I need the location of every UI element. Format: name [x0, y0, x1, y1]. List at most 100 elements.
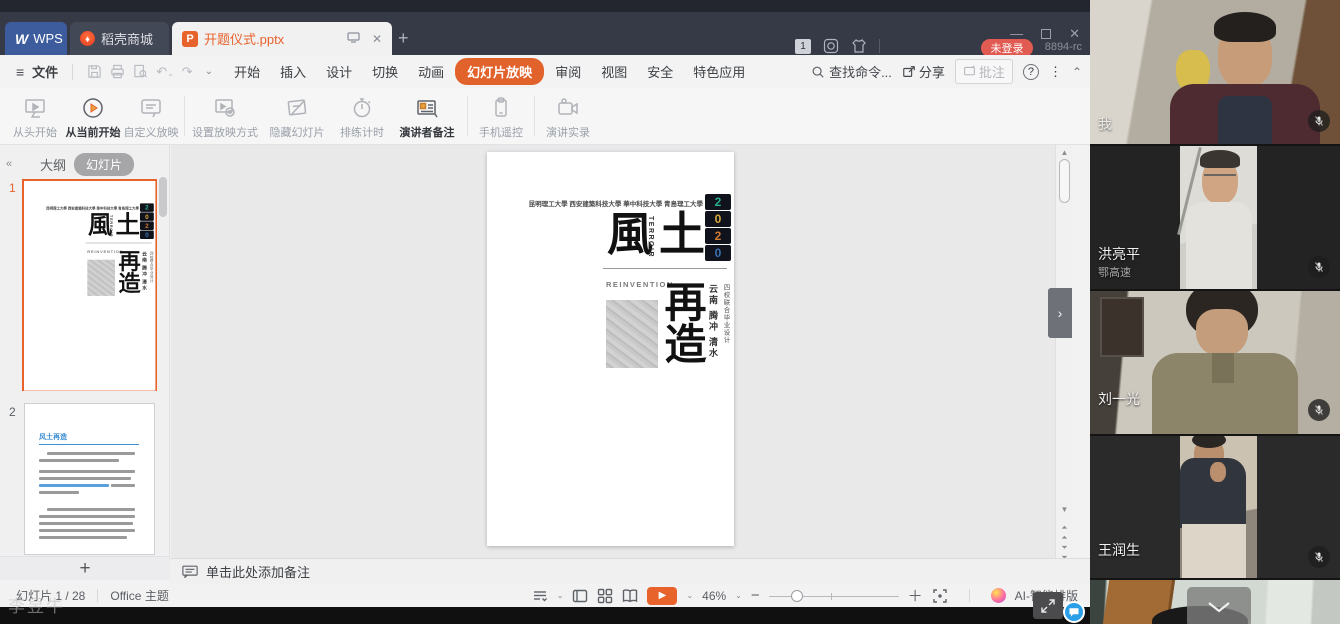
year-digit: 2	[705, 194, 731, 210]
save-icon[interactable]	[87, 64, 102, 79]
fit-slide-icon[interactable]	[932, 588, 948, 604]
panel-expander-arrow[interactable]: ›	[1048, 288, 1072, 338]
menu-item-view[interactable]: 视图	[592, 58, 636, 85]
reading-view-icon[interactable]	[622, 588, 638, 604]
from-beginning-button[interactable]: 从头开始	[6, 88, 64, 144]
zoom-slider[interactable]	[769, 589, 899, 603]
menu-item-design[interactable]: 设计	[317, 58, 361, 85]
zoom-level[interactable]: 46%	[702, 589, 726, 603]
print-icon[interactable]	[110, 64, 125, 79]
slide-canvas[interactable]: 昆明理工大學 西安建築科技大學 華中科技大學 青島理工大學 風 TERROIR …	[171, 145, 1072, 558]
zoom-slider-knob[interactable]	[791, 590, 803, 602]
search-commands[interactable]: 查找命令...	[811, 62, 892, 81]
collapse-panel-icon[interactable]: «	[6, 158, 12, 170]
menu-item-special[interactable]: 特色应用	[684, 58, 754, 85]
previous-slide-icon[interactable]: ⏶⏶	[1056, 523, 1072, 543]
menu-item-insert[interactable]: 插入	[271, 58, 315, 85]
scroll-participants-down-button[interactable]	[1187, 587, 1251, 624]
menu-item-transition[interactable]: 切换	[363, 58, 407, 85]
video-frame	[1180, 436, 1257, 578]
help-icon[interactable]: ?	[1023, 64, 1039, 80]
tab-outline[interactable]: 大纲	[40, 155, 66, 174]
video-tile-3[interactable]: 刘一光	[1090, 291, 1340, 434]
redo-icon[interactable]: ↷	[182, 64, 193, 80]
custom-show-button[interactable]: 自定义放映	[122, 88, 180, 144]
window-count-badge[interactable]: 1	[795, 39, 811, 54]
rehearse-timing-button[interactable]: 排练计时	[333, 88, 391, 144]
setup-show-button[interactable]: 设置放映方式	[189, 88, 261, 144]
apps-icon[interactable]	[823, 38, 839, 54]
scroll-up-icon[interactable]: ▲	[1056, 148, 1072, 157]
slides-panel: « 大纲 幻灯片 1 昆明理工大學 西安建築科技大學 華中科技大學 青島理工大學…	[0, 145, 170, 558]
play-options-caret[interactable]: ⌄	[686, 591, 693, 600]
more-options-icon[interactable]: ⋮	[1049, 64, 1062, 80]
video-tile-2[interactable]: 洪亮平 鄂高速	[1090, 146, 1340, 289]
tab-document[interactable]: P 开题仪式.pptx ✕	[172, 22, 392, 55]
menu-item-security[interactable]: 安全	[638, 58, 682, 85]
zoom-caret[interactable]: ⌄	[735, 591, 742, 600]
chat-overlay-button[interactable]	[1063, 601, 1085, 623]
tab-wps-home[interactable]: W WPS	[5, 22, 67, 55]
close-tab-icon[interactable]: ✕	[372, 32, 382, 46]
print-preview-icon[interactable]	[133, 64, 148, 79]
year-blocks: 2 0 2 0	[140, 203, 155, 239]
notes-toggle-icon[interactable]	[532, 588, 548, 604]
screen-play-icon	[22, 95, 48, 121]
undo-icon[interactable]: ↶⌄	[156, 64, 174, 80]
slide-universities: 昆明理工大學 西安建築科技大學 華中科技大學 青島理工大學	[497, 198, 703, 208]
scrollbar-thumb[interactable]	[1059, 159, 1070, 203]
panel-scrollbar[interactable]	[159, 177, 167, 217]
mic-muted-icon[interactable]	[1308, 546, 1330, 568]
menu-item-review[interactable]: 审阅	[546, 58, 590, 85]
zoom-in-button[interactable]: ＋	[908, 585, 923, 606]
mic-muted-icon[interactable]	[1308, 256, 1330, 278]
vertical-scrollbar[interactable]: ▲ ▼ ⏶⏶ ⏷⏷	[1055, 145, 1072, 558]
main-slide[interactable]: 昆明理工大學 西安建築科技大學 華中科技大學 青島理工大學 風 TERROIR …	[487, 152, 734, 546]
record-show-button[interactable]: 演讲实录	[539, 88, 597, 144]
slide1-thumbnail[interactable]: 昆明理工大學 西安建築科技大學 華中科技大學 青島理工大學 風 TERROIR …	[22, 179, 157, 391]
cast-screen-icon[interactable]	[347, 32, 360, 46]
share-button[interactable]: 分享	[902, 62, 945, 81]
minimize-button[interactable]: —	[1010, 27, 1023, 41]
add-slide-button[interactable]: +	[0, 556, 170, 580]
video-tile-5-partial[interactable]	[1090, 580, 1340, 624]
tab-slides-active[interactable]: 幻灯片	[74, 153, 134, 176]
notes-toggle-caret[interactable]: ⌄	[557, 591, 564, 600]
hide-slide-icon	[284, 95, 310, 121]
video-tile-me[interactable]: 我	[1090, 0, 1340, 144]
share-icon	[902, 65, 916, 79]
next-slide-icon[interactable]: ⏷⏷	[1056, 543, 1072, 558]
skin-icon[interactable]	[851, 38, 867, 54]
hide-slide-button[interactable]: 隐藏幻灯片	[261, 88, 333, 144]
file-menu[interactable]: 文件	[32, 62, 58, 81]
new-tab-button[interactable]: +	[398, 28, 409, 49]
menu-item-home[interactable]: 开始	[225, 58, 269, 85]
version-label: 8894-rc	[1045, 41, 1082, 53]
menu-item-slideshow-active[interactable]: 幻灯片放映	[455, 58, 544, 85]
scroll-down-icon[interactable]: ▼	[1056, 505, 1072, 514]
maximize-button[interactable]	[1041, 29, 1051, 39]
toolbar-more-icon[interactable]: ⌄	[205, 66, 213, 77]
mic-muted-icon[interactable]	[1308, 110, 1330, 132]
comment-button[interactable]: 批注	[955, 59, 1013, 84]
menu-item-animation[interactable]: 动画	[409, 58, 453, 85]
tab-store[interactable]: ♦ 稻壳商城	[70, 22, 169, 55]
video-tile-4[interactable]: 王润生	[1090, 436, 1340, 578]
mic-muted-icon[interactable]	[1308, 399, 1330, 421]
zoom-out-button[interactable]: −	[751, 587, 760, 604]
fullscreen-overlay-button[interactable]	[1033, 592, 1063, 619]
presenter-notes-button[interactable]: 演讲者备注	[391, 88, 463, 144]
theme-label[interactable]: Office 主题	[110, 587, 168, 604]
collapse-ribbon-icon[interactable]: ⌃	[1072, 65, 1082, 79]
phone-remote-button[interactable]: 手机遥控	[472, 88, 530, 144]
notes-bar[interactable]: 单击此处添加备注	[170, 558, 1090, 584]
normal-view-icon[interactable]	[572, 588, 588, 604]
ai-layout-icon[interactable]	[991, 588, 1006, 603]
slide-sorter-icon[interactable]	[597, 588, 613, 604]
slide2-thumbnail[interactable]: 风土再造	[24, 403, 155, 555]
from-current-button[interactable]: 从当前开始	[64, 88, 122, 144]
hamburger-icon[interactable]: ≡	[16, 64, 24, 80]
play-slideshow-button[interactable]: ▶	[647, 587, 677, 605]
close-window-button[interactable]: ✕	[1069, 27, 1080, 41]
chevron-down-icon	[1206, 600, 1232, 614]
